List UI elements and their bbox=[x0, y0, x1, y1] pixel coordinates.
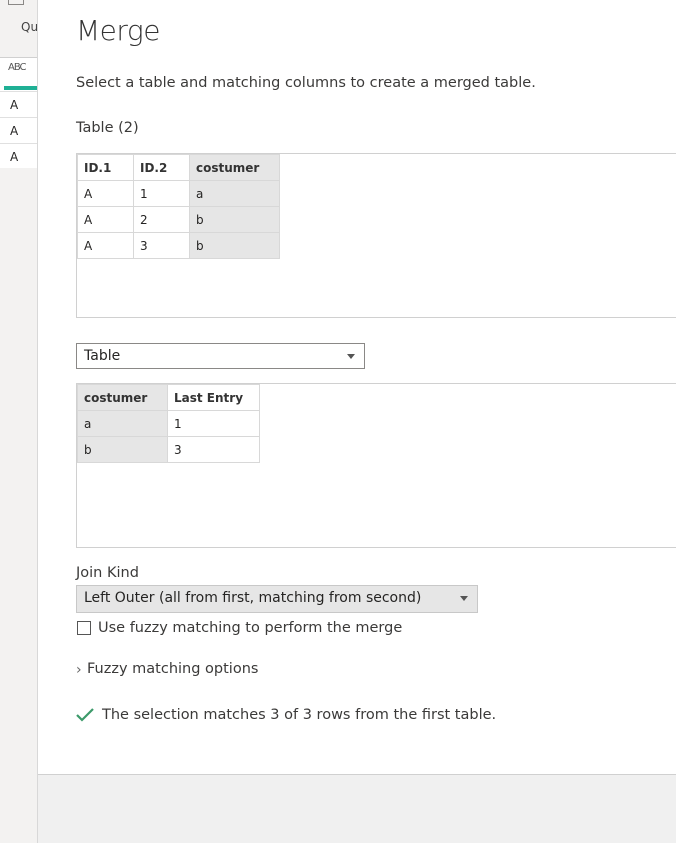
checkmark-icon bbox=[76, 708, 94, 722]
second-table-grid: costumer Last Entry a 1 b 3 bbox=[77, 384, 260, 463]
table-cell: 3 bbox=[167, 436, 260, 463]
table-row: A 1 a bbox=[77, 180, 280, 207]
table-cell: 2 bbox=[133, 206, 190, 233]
table-row: b 3 bbox=[77, 436, 260, 463]
table-row: A 3 b bbox=[77, 232, 280, 259]
table-cell: a bbox=[77, 410, 168, 437]
first-table-label: Table (2) bbox=[76, 120, 139, 136]
status-message: The selection matches 3 of 3 rows from t… bbox=[102, 707, 497, 723]
dialog-subtitle: Select a table and matching columns to c… bbox=[76, 75, 536, 91]
ribbon-icon bbox=[8, 0, 24, 5]
text-type-icon: ABC bbox=[8, 62, 26, 73]
background-cell: A bbox=[4, 143, 37, 169]
background-cell: A bbox=[4, 91, 37, 117]
second-table-preview: costumer Last Entry a 1 b 3 bbox=[76, 383, 676, 548]
background-column: ABC A A A bbox=[0, 57, 37, 168]
background-cell: A bbox=[4, 117, 37, 143]
column-header-costumer[interactable]: costumer bbox=[77, 384, 168, 411]
join-kind-select-value: Left Outer (all from first, matching fro… bbox=[84, 590, 422, 606]
table-cell: A bbox=[77, 180, 134, 207]
table-row: a 1 bbox=[77, 410, 260, 437]
join-kind-select[interactable]: Left Outer (all from first, matching fro… bbox=[76, 585, 478, 613]
dialog-title: Merge bbox=[76, 14, 160, 47]
table-cell: a bbox=[189, 180, 280, 207]
chevron-down-icon bbox=[347, 354, 355, 359]
fuzzy-options-expander[interactable]: Fuzzy matching options bbox=[87, 661, 258, 677]
table-cell: b bbox=[189, 206, 280, 233]
column-header-id1[interactable]: ID.1 bbox=[77, 154, 134, 181]
table-cell: b bbox=[77, 436, 168, 463]
fuzzy-matching-checkbox[interactable] bbox=[77, 621, 91, 635]
table-cell: A bbox=[77, 232, 134, 259]
ribbon-label: Qu bbox=[21, 20, 38, 34]
second-table-select-value: Table bbox=[84, 348, 121, 364]
column-header-costumer[interactable]: costumer bbox=[189, 154, 280, 181]
first-table-grid: ID.1 ID.2 costumer A 1 a A 2 b A 3 b bbox=[77, 154, 280, 259]
table-cell: 1 bbox=[167, 410, 260, 437]
chevron-right-icon[interactable]: › bbox=[76, 662, 82, 678]
table-cell: 3 bbox=[133, 232, 190, 259]
table-cell: b bbox=[189, 232, 280, 259]
column-header-last-entry[interactable]: Last Entry bbox=[167, 384, 260, 411]
fuzzy-matching-label[interactable]: Use fuzzy matching to perform the merge bbox=[98, 620, 402, 636]
join-kind-label: Join Kind bbox=[76, 565, 139, 581]
merge-dialog: Merge Select a table and matching column… bbox=[38, 0, 676, 775]
table-row: A 2 b bbox=[77, 206, 280, 233]
column-header-id2[interactable]: ID.2 bbox=[133, 154, 190, 181]
second-table-select[interactable]: Table bbox=[76, 343, 365, 369]
first-table-preview: ID.1 ID.2 costumer A 1 a A 2 b A 3 b bbox=[76, 153, 676, 318]
table-cell: A bbox=[77, 206, 134, 233]
column-quality-bar bbox=[4, 86, 37, 90]
background-query-editor: Qu ABC A A A bbox=[0, 0, 38, 843]
chevron-down-icon bbox=[460, 596, 468, 601]
table-cell: 1 bbox=[133, 180, 190, 207]
